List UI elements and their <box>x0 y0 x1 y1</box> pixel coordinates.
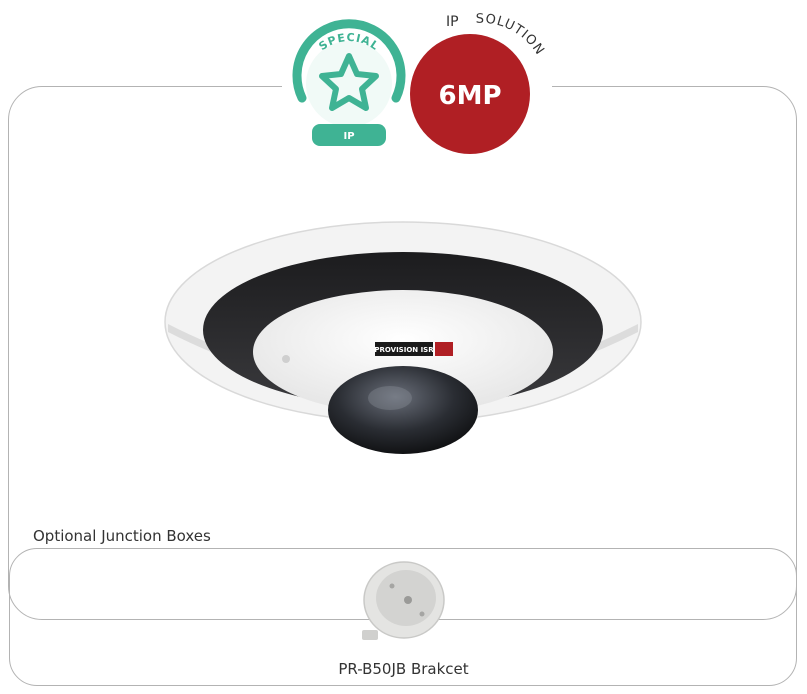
badge-ip-text: IP <box>343 131 354 142</box>
optional-junction-boxes-label: Optional Junction Boxes <box>33 527 211 545</box>
camera-lens <box>328 366 478 454</box>
fisheye-camera-image: PROVISION ISR <box>164 221 642 454</box>
megapixel-badge: 6MP IP SOLUTION <box>410 12 546 154</box>
brand-isr-plate <box>435 342 453 356</box>
box-screw-hole <box>419 611 425 617</box>
brand-logo-text: PROVISION ISR <box>374 346 434 354</box>
megapixel-value: 6MP <box>438 81 501 111</box>
camera-sensor-dot <box>282 355 290 363</box>
special-ip-badge: SPECIAL IP <box>292 19 406 146</box>
box-center-hole <box>404 596 412 604</box>
arc-ip-text: IP <box>446 14 459 30</box>
box-screw-hole <box>389 583 395 589</box>
bracket-model-label: PR-B50JB Brakcet <box>338 660 469 678</box>
junction-box-image <box>362 561 445 640</box>
box-cable-port <box>362 630 378 640</box>
lens-highlight <box>368 386 412 410</box>
